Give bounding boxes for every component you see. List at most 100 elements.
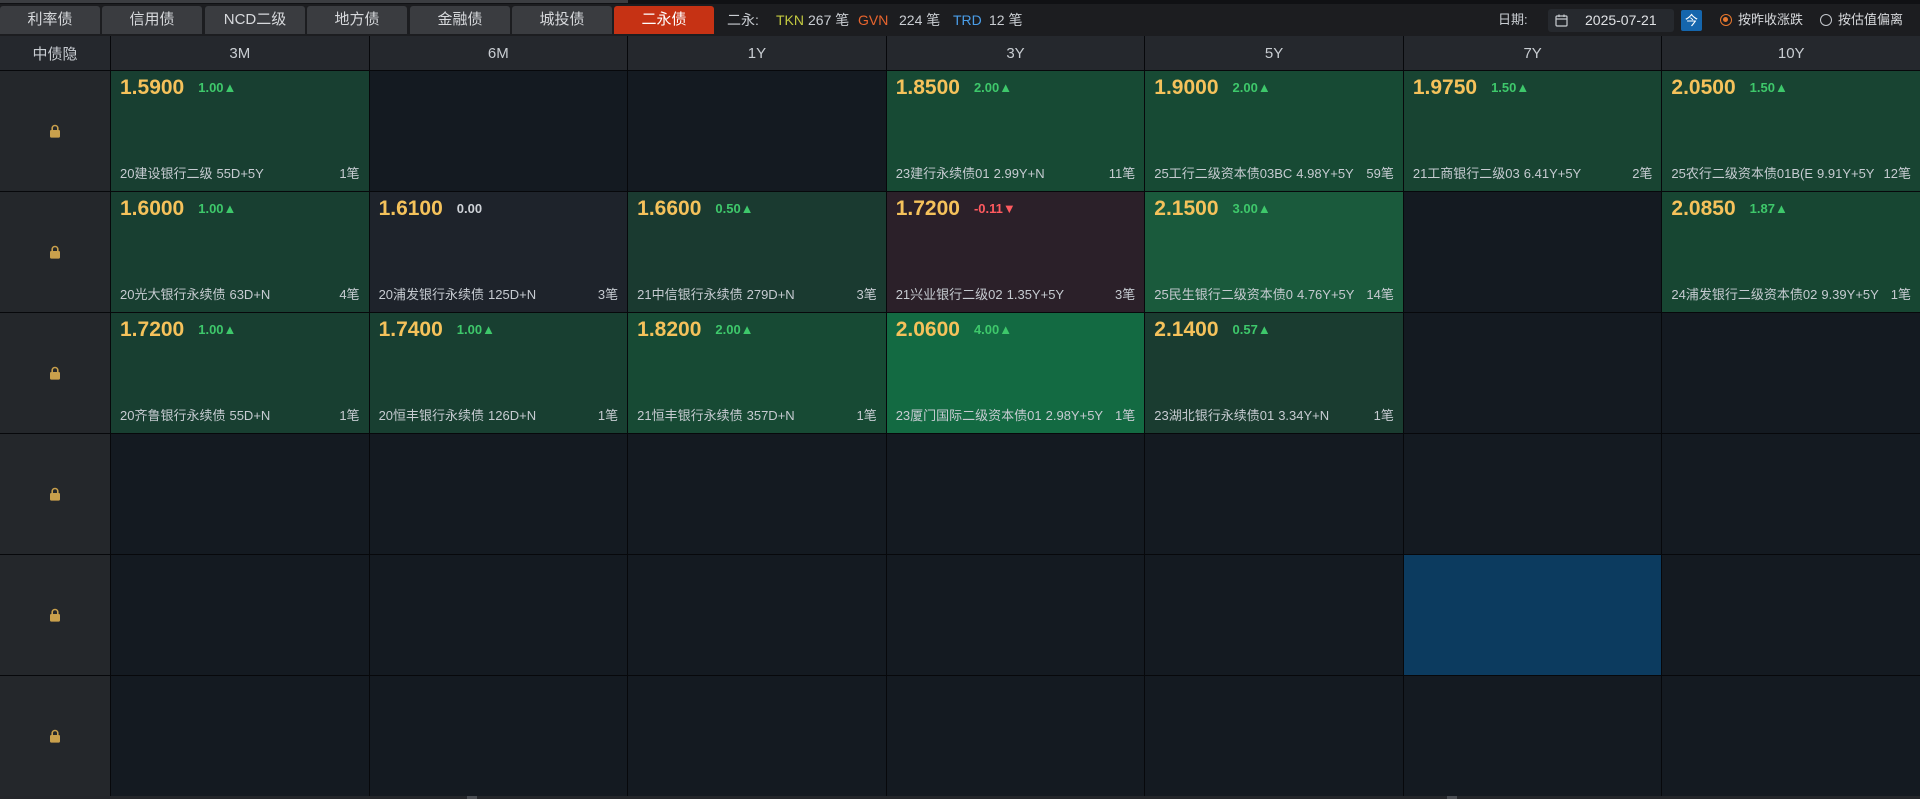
lock-icon: [49, 729, 61, 743]
empty-cell-6m[interactable]: [369, 434, 628, 554]
row-lock-button[interactable]: [0, 71, 110, 191]
empty-cell-3m[interactable]: [111, 555, 369, 675]
empty-cell-1y[interactable]: [628, 71, 886, 191]
tab-tier2-perpetual-bonds[interactable]: 二永债: [614, 6, 714, 34]
empty-cell-5y[interactable]: [1145, 676, 1403, 796]
yield-change: 0.50▲: [715, 201, 754, 216]
quote-cell-10y[interactable]: 2.0500 1.50▲ 25农行二级资本债01B(E 9.91Y+5Y 12笔: [1662, 71, 1920, 191]
quote-cell-6m[interactable]: 1.6100 0.00 20浦发银行永续债 125D+N 3笔: [369, 192, 628, 312]
trade-count: 1笔: [339, 408, 360, 423]
quote-header: 1.6600 0.50▲: [637, 197, 753, 221]
empty-cell-3y[interactable]: [886, 434, 1145, 554]
empty-cell-7y[interactable]: [1403, 313, 1662, 433]
empty-cell-7y[interactable]: [1403, 676, 1662, 796]
summary-gvn-count: 224 笔: [899, 12, 941, 28]
date-picker-input[interactable]: 2025-07-21: [1548, 9, 1674, 32]
quote-cell-3m[interactable]: 1.5900 1.00▲ 20建设银行二级 55D+5Y 1笔: [111, 71, 369, 191]
empty-cell-6m[interactable]: [369, 71, 628, 191]
yield-change: 0.57▲: [1232, 322, 1271, 337]
column-header-10y: 10Y: [1662, 36, 1920, 70]
row-lock-button[interactable]: [0, 192, 110, 312]
date-value: 2025-07-21: [1585, 12, 1657, 28]
empty-cell-1y[interactable]: [628, 434, 886, 554]
bond-info-row: 25农行二级资本债01B(E 9.91Y+5Y 12笔: [1671, 166, 1911, 182]
empty-cell-6m[interactable]: [369, 555, 628, 675]
bond-name: 20齐鲁银行永续债: [120, 408, 226, 423]
today-button[interactable]: 今: [1681, 10, 1702, 31]
bond-term: 4.98Y+5Y: [1296, 166, 1354, 181]
empty-cell-3y[interactable]: [886, 555, 1145, 675]
quote-cell-3m[interactable]: 1.6000 1.00▲ 20光大银行永续债 63D+N 4笔: [111, 192, 369, 312]
empty-cell-10y[interactable]: [1662, 555, 1920, 675]
trade-count: 2笔: [1632, 166, 1653, 181]
selected-cell-7y[interactable]: [1403, 555, 1662, 675]
row-lock-button[interactable]: [0, 676, 110, 796]
yield-change: 3.00▲: [1232, 201, 1271, 216]
quote-cell-6m[interactable]: 1.7400 1.00▲ 20恒丰银行永续债 126D+N 1笔: [369, 313, 628, 433]
top-strip-segment: [0, 0, 628, 3]
quote-header: 2.0500 1.50▲: [1671, 76, 1787, 100]
radio-by-prev-close-change[interactable]: 按昨收涨跌: [1720, 4, 1810, 36]
quote-cell-3y[interactable]: 2.0600 4.00▲ 23厦门国际二级资本债01 2.98Y+5Y 1笔: [886, 313, 1145, 433]
radio-by-valuation-deviation[interactable]: 按估值偏离: [1820, 4, 1910, 36]
calendar-icon[interactable]: [1555, 14, 1568, 27]
empty-cell-3y[interactable]: [886, 676, 1145, 796]
bond-name: 21中信银行永续债: [637, 287, 743, 302]
quote-cell-5y[interactable]: 2.1500 3.00▲ 25民生银行二级资本债0 4.76Y+5Y 14笔: [1145, 192, 1403, 312]
tab-credit-bonds[interactable]: 信用债: [102, 6, 202, 34]
bond-info-row: 23厦门国际二级资本债01 2.98Y+5Y 1笔: [896, 408, 1136, 424]
row-lock-button[interactable]: [0, 313, 110, 433]
bond-term: 357D+N: [746, 408, 795, 423]
empty-cell-10y[interactable]: [1662, 676, 1920, 796]
tab-ncd-secondary[interactable]: NCD二级: [205, 6, 305, 34]
empty-cell-10y[interactable]: [1662, 313, 1920, 433]
quote-cell-5y[interactable]: 2.1400 0.57▲ 23湖北银行永续债01 3.34Y+N 1笔: [1145, 313, 1403, 433]
empty-cell-1y[interactable]: [628, 555, 886, 675]
row-lock-button[interactable]: [0, 434, 110, 554]
summary-gvn-code: GVN: [858, 12, 889, 28]
empty-cell-3m[interactable]: [111, 434, 369, 554]
tab-lgfv-bonds[interactable]: 城投债: [512, 6, 612, 34]
row-lock-button[interactable]: [0, 555, 110, 675]
empty-cell-5y[interactable]: [1145, 555, 1403, 675]
tab-rates-bonds[interactable]: 利率债: [0, 6, 100, 34]
tab-local-gov-bonds[interactable]: 地方债: [307, 6, 407, 34]
quote-header: 2.1500 3.00▲: [1154, 197, 1270, 221]
lock-icon: [49, 366, 61, 380]
yield-value: 1.6600: [637, 197, 702, 220]
empty-cell-6m[interactable]: [369, 676, 628, 796]
empty-cell-7y[interactable]: [1403, 434, 1662, 554]
empty-cell-7y[interactable]: [1403, 192, 1662, 312]
quote-cell-1y[interactable]: 1.6600 0.50▲ 21中信银行永续债 279D+N 3笔: [628, 192, 886, 312]
quote-cell-10y[interactable]: 2.0850 1.87▲ 24浦发银行二级资本债02 9.39Y+5Y 1笔: [1662, 192, 1920, 312]
tab-financial-bonds[interactable]: 金融债: [410, 6, 510, 34]
empty-cell-5y[interactable]: [1145, 434, 1403, 554]
bond-info-row: 20齐鲁银行永续债 55D+N 1笔: [120, 408, 360, 424]
radio-dot: [1723, 17, 1728, 22]
quote-cell-3y[interactable]: 1.7200 -0.11▼ 21兴业银行二级02 1.35Y+5Y 3笔: [886, 192, 1145, 312]
bond-name: 24浦发银行二级资本债02: [1671, 287, 1818, 302]
yield-value: 2.0850: [1671, 197, 1736, 220]
bond-info-row: 21工商银行二级03 6.41Y+5Y 2笔: [1413, 166, 1653, 182]
radio-icon[interactable]: [1720, 14, 1732, 26]
empty-cell-3m[interactable]: [111, 676, 369, 796]
empty-cell-10y[interactable]: [1662, 434, 1920, 554]
yield-change: 0.00: [456, 201, 483, 216]
quote-cell-7y[interactable]: 1.9750 1.50▲ 21工商银行二级03 6.41Y+5Y 2笔: [1403, 71, 1662, 191]
quote-header: 1.9000 2.00▲: [1154, 76, 1270, 100]
quote-header: 1.6000 1.00▲: [120, 197, 236, 221]
radio-icon[interactable]: [1820, 14, 1832, 26]
column-header-3y: 3Y: [886, 36, 1145, 70]
empty-cell-1y[interactable]: [628, 676, 886, 796]
quote-cell-5y[interactable]: 1.9000 2.00▲ 25工行二级资本债03BC 4.98Y+5Y 59笔: [1145, 71, 1403, 191]
bond-term: 9.91Y+5Y: [1817, 166, 1875, 181]
bond-info-row: 21中信银行永续债 279D+N 3笔: [637, 287, 877, 303]
quote-cell-1y[interactable]: 1.8200 2.00▲ 21恒丰银行永续债 357D+N 1笔: [628, 313, 886, 433]
trade-count: 3笔: [597, 287, 619, 302]
quote-cell-3m[interactable]: 1.7200 1.00▲ 20齐鲁银行永续债 55D+N 1笔: [111, 313, 369, 433]
bond-info-row: 25工行二级资本债03BC 4.98Y+5Y 59笔: [1154, 166, 1394, 182]
corner-header-toggle[interactable]: 中债隐: [0, 36, 110, 70]
toolbar: 利率债 信用债 NCD二级 地方债 金融债 城投债 二永债 二永: TKN 26…: [0, 4, 1920, 36]
trade-count: 3笔: [1115, 287, 1136, 302]
quote-cell-3y[interactable]: 1.8500 2.00▲ 23建行永续债01 2.99Y+N 11笔: [886, 71, 1145, 191]
